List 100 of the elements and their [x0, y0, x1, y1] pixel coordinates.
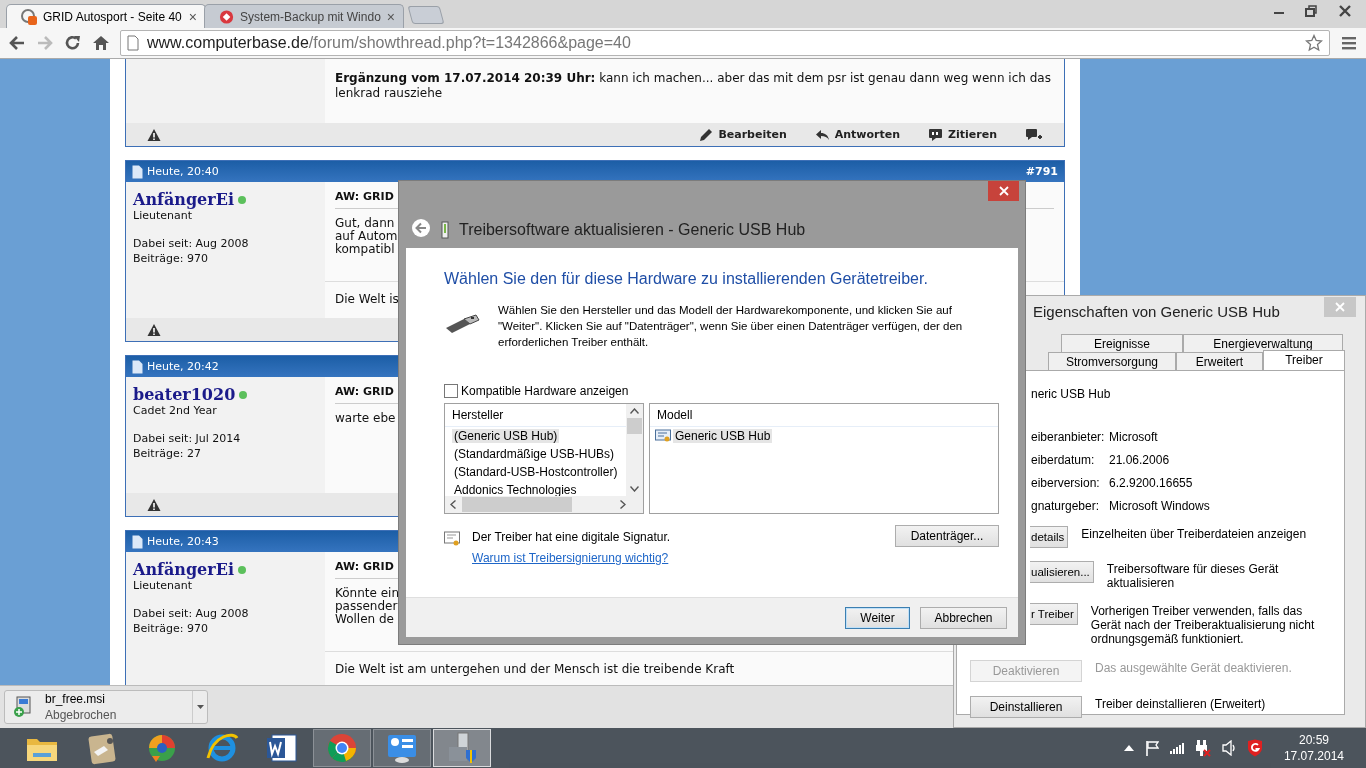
- shield-g-icon: [1246, 739, 1263, 757]
- username-link[interactable]: beater1020: [133, 385, 236, 404]
- disk-button[interactable]: Datenträger...: [895, 525, 999, 547]
- action-description: Treiber deinstallieren (Erweitert): [1095, 696, 1267, 711]
- action-button[interactable]: r Treiber: [1030, 603, 1078, 625]
- action-button[interactable]: ualisieren...: [1030, 561, 1094, 583]
- chevron-up-icon: [1123, 745, 1134, 751]
- post-number[interactable]: #791: [1025, 165, 1058, 178]
- post-text: Könnte ein passender Wollen de: [335, 587, 400, 626]
- post-count: Beiträge: 27: [133, 446, 202, 461]
- signature-text: Die Welt ist am untergehen und der Mensch ist die treibende Kraft: [335, 662, 735, 676]
- scroll-thumb[interactable]: [627, 418, 642, 434]
- dropdown-button[interactable]: [192, 691, 207, 723]
- multi-quote-icon: [1025, 127, 1043, 142]
- checkbox-label[interactable]: Kompatible Hardware anzeigen: [461, 384, 629, 398]
- join-date: Dabei seit: Jul 2014: [133, 431, 242, 446]
- action-description: Einzelheiten über Treiberdateien anzeigen: [1081, 526, 1308, 541]
- vertical-scrollbar[interactable]: [626, 404, 643, 496]
- tab[interactable]: Stromversorgung: [1048, 352, 1176, 370]
- tab[interactable]: Treiber: [1263, 350, 1345, 370]
- scroll-right-icon: [620, 500, 626, 509]
- username-link[interactable]: AnfängerEi: [133, 190, 234, 209]
- field-value: 6.2.9200.16655: [1109, 476, 1194, 490]
- action-description: Treibersoftware für dieses Gerät aktualisieren: [1106, 561, 1280, 590]
- description-text: Wählen Sie den Hersteller und das Modell der Hardwarekomponente, und klicken Sie auf "Weiter". Klicken Sie auf "Datenträger", wenn Sie über einen Datenträger verfügen, der den erforderlichen Treiber enthält.: [498, 303, 964, 350]
- power-plug-icon: [1194, 739, 1211, 757]
- installer-icon: [13, 696, 33, 718]
- post-date: Heute, 20:40: [147, 165, 219, 178]
- back-arrow-icon: [8, 34, 26, 52]
- field-value: 21.06.2006: [1109, 453, 1171, 467]
- horizontal-scrollbar[interactable]: [445, 496, 643, 513]
- edit-button[interactable]: Bearbeiten: [698, 127, 787, 142]
- user-rank: Cadet 2nd Year: [133, 404, 218, 417]
- site-logo-icon: [219, 8, 235, 25]
- field-value: Microsoft Windows: [1109, 499, 1211, 513]
- scroll-thumb[interactable]: [462, 497, 572, 512]
- menu-icon: [1340, 34, 1358, 52]
- dialog-button[interactable]: Weiter: [845, 606, 910, 629]
- download-item[interactable]: br_free.msi Abgebrochen: [4, 690, 208, 724]
- list-item[interactable]: (Standardmäßige USB-HUBs): [445, 445, 626, 463]
- window-title: Eigenschaften von Generic USB Hub: [1033, 302, 1280, 320]
- document-icon: [132, 359, 143, 374]
- tab[interactable]: Ereignisse: [1061, 334, 1183, 352]
- action-button[interactable]: details: [1030, 526, 1069, 548]
- reload-icon: [64, 34, 82, 52]
- field-label: eiberanbieter:: [1031, 430, 1106, 444]
- document-icon: [132, 164, 143, 179]
- scroll-down-icon: [630, 486, 639, 492]
- flag-icon: [1144, 740, 1159, 756]
- post-count: Beiträge: 970: [133, 251, 209, 266]
- post-text: Gut, dann auf Autom kompatibl: [335, 217, 398, 256]
- action-button[interactable]: Deinstallieren: [970, 696, 1082, 718]
- close-tab-button[interactable]: ×: [386, 8, 395, 25]
- user-rank: Lieutenant: [133, 579, 193, 592]
- dialog-button[interactable]: Abbrechen: [920, 606, 1007, 629]
- window-title: Treibersoftware aktualisieren - Generic USB Hub: [459, 220, 806, 239]
- signal-bars-icon: [1169, 742, 1184, 754]
- list-item[interactable]: (Standard-USB-Hostcontroller): [445, 463, 626, 481]
- close-icon: [1335, 302, 1345, 312]
- reply-button[interactable]: Antworten: [814, 127, 901, 142]
- dialog-heading: Wählen Sie den für diese Hardware zu installierenden Gerätetreiber.: [444, 270, 929, 288]
- clock[interactable]: 20:59 17.07.2014: [1283, 732, 1344, 764]
- post-text: warte ebe: [335, 412, 396, 425]
- address-bar[interactable]: www.computerbase.de/forum/showthread.php?t=1342866&page=40: [120, 30, 1330, 56]
- taskbar-button[interactable]: [313, 729, 371, 767]
- checkbox[interactable]: [444, 384, 458, 398]
- taskbar-button[interactable]: [373, 729, 431, 767]
- page-icon: [127, 35, 139, 51]
- quote-icon: [928, 127, 944, 142]
- field-label: eiberdatum:: [1031, 453, 1096, 467]
- edit-icon: [698, 127, 714, 142]
- warning-icon: [147, 322, 161, 337]
- warning-icon: [147, 127, 161, 142]
- usb-plug-icon: [444, 314, 480, 334]
- site-logo-icon: [21, 8, 37, 25]
- taskbar-button[interactable]: [433, 729, 491, 767]
- speaker-icon: [1221, 740, 1236, 756]
- warning-icon: [147, 497, 161, 512]
- action-description: Das ausgewählte Gerät deaktivieren.: [1095, 660, 1293, 675]
- restore-icon: [1304, 4, 1318, 18]
- tab[interactable]: Erweitert: [1176, 352, 1263, 370]
- close-button[interactable]: [988, 181, 1019, 201]
- column-header[interactable]: Modell: [650, 404, 998, 427]
- caret-icon: [196, 705, 204, 709]
- scroll-left-icon: [450, 500, 456, 509]
- signature-text: Die Welt is: [335, 292, 399, 306]
- quote-button[interactable]: Zitieren: [928, 127, 997, 142]
- home-icon: [92, 34, 110, 52]
- browser-tab[interactable]: GRID Autosport - Seite 40 ×: [6, 4, 206, 28]
- post-count: Beiträge: 970: [133, 621, 209, 636]
- close-tab-button[interactable]: ×: [188, 8, 197, 25]
- tab[interactable]: Energieverwaltung: [1183, 334, 1343, 352]
- list-item[interactable]: Generic USB Hub: [650, 427, 998, 445]
- reply-icon: [814, 127, 830, 142]
- list-item[interactable]: (Generic USB Hub): [445, 427, 626, 445]
- username-link[interactable]: AnfängerEi: [133, 560, 234, 579]
- browser-tab[interactable]: System-Backup mit Windo ×: [204, 4, 404, 28]
- close-icon: [1338, 4, 1352, 18]
- minimize-icon: [1274, 12, 1284, 14]
- list-item[interactable]: Addonics Technologies: [445, 481, 626, 496]
